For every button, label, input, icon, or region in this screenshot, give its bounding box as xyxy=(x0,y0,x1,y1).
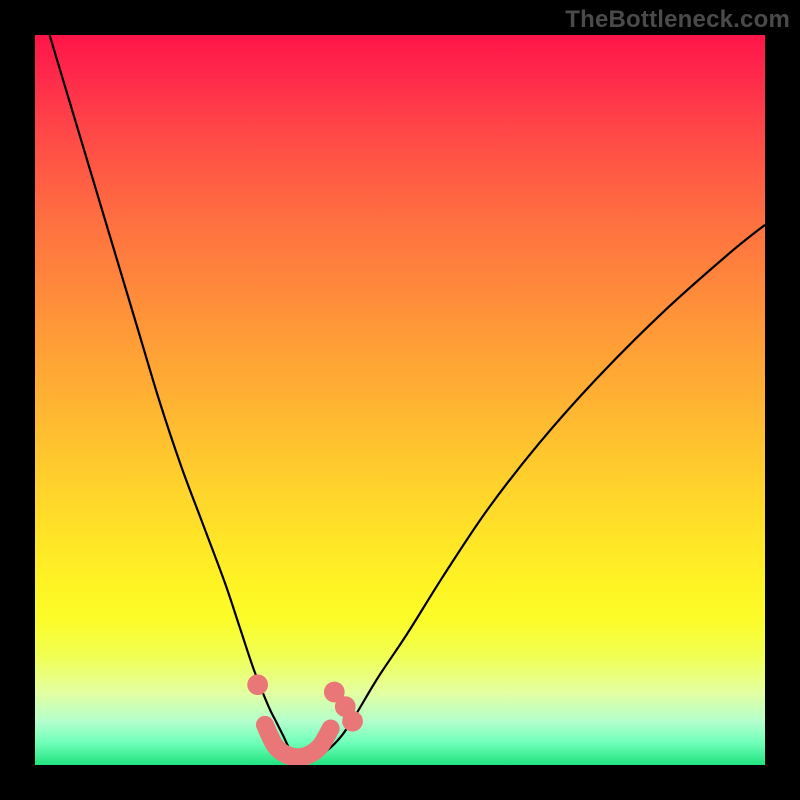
plot-area xyxy=(35,35,765,765)
marker-dot xyxy=(247,674,268,695)
chart-frame: TheBottleneck.com xyxy=(0,0,800,800)
marker-dot xyxy=(342,711,363,732)
highlight-segment xyxy=(265,725,331,758)
chart-svg xyxy=(35,35,765,765)
bottleneck-curve xyxy=(50,35,765,758)
watermark-label: TheBottleneck.com xyxy=(565,6,790,34)
